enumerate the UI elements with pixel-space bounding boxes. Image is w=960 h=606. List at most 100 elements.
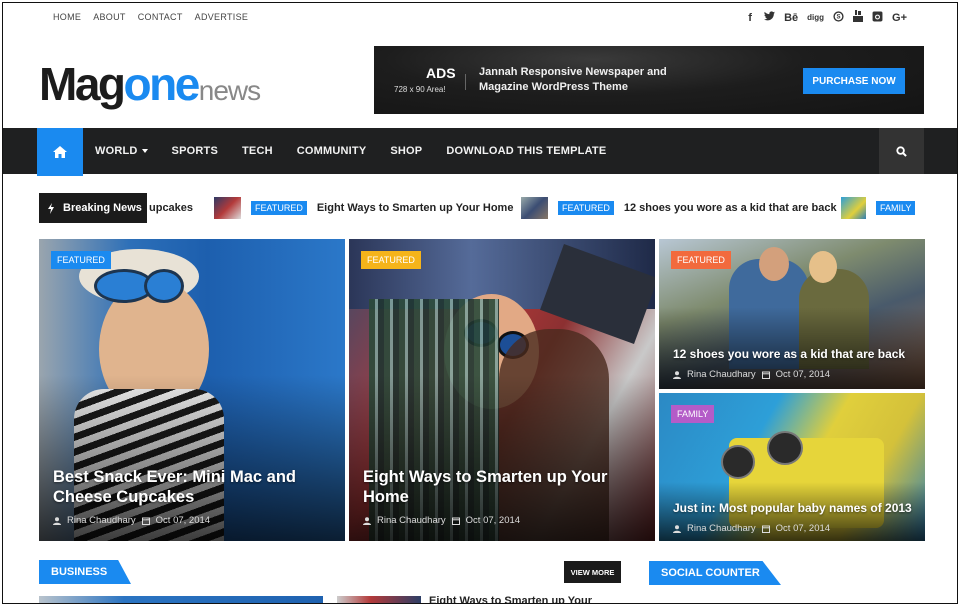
social-counter-heading: SOCIAL COUNTER <box>649 561 781 585</box>
card-title[interactable]: 12 shoes you wore as a kid that are back <box>673 347 923 361</box>
card-image-detail <box>767 431 803 465</box>
ad-text: Jannah Responsive Newspaper and Magazine… <box>479 65 679 95</box>
home-icon <box>53 146 67 158</box>
card-date: Oct 07, 2014 <box>775 523 831 534</box>
nav-item-world[interactable]: WORLD <box>95 145 148 157</box>
nav-items: WORLD SPORTS TECH COMMUNITY SHOP DOWNLOA… <box>95 128 606 174</box>
youtube-icon[interactable] <box>853 10 864 25</box>
ticker-item[interactable]: FAMILY <box>841 197 916 219</box>
skype-icon[interactable]: S <box>833 10 844 25</box>
ticker-thumbnail <box>214 197 241 219</box>
ticker-item[interactable]: FEATURED Eight Ways to Smarten up Your H… <box>214 197 513 219</box>
card-date: Oct 07, 2014 <box>155 515 211 526</box>
facebook-icon[interactable]: f <box>745 12 755 24</box>
ticker-item[interactable]: upcakes <box>149 197 193 219</box>
top-link-contact[interactable]: CONTACT <box>138 12 183 22</box>
twitter-icon[interactable] <box>764 11 776 24</box>
ticker-thumbnail <box>841 197 866 219</box>
ad-title: ADS <box>426 65 456 81</box>
logo-part-mag: Mag <box>39 58 126 110</box>
top-link-advertise[interactable]: ADVERTISE <box>195 12 249 22</box>
card-meta: Rina Chaudhary Oct 07, 2014 <box>673 523 830 534</box>
site-logo[interactable]: Mag one news <box>39 57 261 111</box>
ticker-thumbnail <box>521 197 548 219</box>
nav-item-world-label: WORLD <box>95 145 138 157</box>
featured-post-card[interactable]: FEATURED Eight Ways to Smarten up Your H… <box>349 239 655 541</box>
card-author[interactable]: Rina Chaudhary <box>67 515 136 526</box>
nav-item-tech[interactable]: TECH <box>242 145 273 157</box>
ad-text-line2: Magazine WordPress Theme <box>479 81 628 93</box>
ad-banner[interactable]: ADS 728 x 90 Area! Jannah Responsive New… <box>374 46 924 114</box>
logo-part-one: one <box>123 58 201 110</box>
card-author[interactable]: Rina Chaudhary <box>687 523 756 534</box>
featured-post-card[interactable]: FEATURED Best Snack Ever: Mini Mac and C… <box>39 239 345 541</box>
digg-icon[interactable]: digg <box>807 13 824 22</box>
user-icon <box>673 370 681 379</box>
calendar-icon <box>761 371 770 379</box>
ticker-item-title: Eight Ways to Smarten up Your Home <box>316 202 514 214</box>
card-date: Oct 07, 2014 <box>775 369 831 380</box>
top-link-home[interactable]: HOME <box>53 12 81 22</box>
featured-post-card[interactable]: FEATURED 12 shoes you wore as a kid that… <box>659 239 925 389</box>
top-links: HOME ABOUT CONTACT ADVERTISE <box>53 12 248 22</box>
ticker-item[interactable]: FEATURED 12 shoes you wore as a kid that… <box>521 197 837 219</box>
nav-item-shop[interactable]: SHOP <box>390 145 422 157</box>
user-icon <box>53 516 61 525</box>
business-section-heading[interactable]: BUSINESS <box>39 560 131 584</box>
card-meta: Rina Chaudhary Oct 07, 2014 <box>363 515 520 526</box>
card-title[interactable]: Best Snack Ever: Mini Mac and Cheese Cup… <box>53 467 333 507</box>
breaking-news-text: Breaking News <box>63 202 142 214</box>
card-category-badge[interactable]: FEATURED <box>361 251 421 269</box>
business-post-thumbnail[interactable] <box>337 596 421 603</box>
ticker-item-title: 12 shoes you wore as a kid that are back <box>623 202 837 214</box>
breaking-news-label: Breaking News <box>39 193 147 223</box>
card-title[interactable]: Eight Ways to Smarten up Your Home <box>363 467 643 507</box>
card-category-badge[interactable]: FEATURED <box>51 251 111 269</box>
card-category-badge[interactable]: FAMILY <box>671 405 715 423</box>
top-bar: HOME ABOUT CONTACT ADVERTISE f Bē digg S… <box>3 3 957 33</box>
card-author[interactable]: Rina Chaudhary <box>687 369 756 380</box>
user-icon <box>363 516 371 525</box>
card-image-detail <box>144 269 184 303</box>
card-image-detail <box>721 445 755 479</box>
nav-item-community[interactable]: COMMUNITY <box>297 145 367 157</box>
bolt-icon <box>48 202 54 214</box>
search-button[interactable] <box>879 128 924 174</box>
ticker-item-title: upcakes <box>149 202 194 214</box>
calendar-icon <box>761 525 770 533</box>
card-meta: Rina Chaudhary Oct 07, 2014 <box>673 369 830 380</box>
calendar-icon <box>451 517 460 525</box>
search-icon <box>896 145 907 157</box>
google-plus-icon[interactable]: G+ <box>892 12 907 24</box>
featured-post-card[interactable]: FAMILY Just in: Most popular baby names … <box>659 393 925 541</box>
card-author[interactable]: Rina Chaudhary <box>377 515 446 526</box>
top-link-about[interactable]: ABOUT <box>93 12 126 22</box>
card-title[interactable]: Just in: Most popular baby names of 2013 <box>673 501 923 515</box>
card-category-badge[interactable]: FEATURED <box>671 251 731 269</box>
purchase-now-button[interactable]: PURCHASE NOW <box>803 68 905 94</box>
social-icons: f Bē digg S G+ <box>745 10 907 25</box>
view-more-button[interactable]: VIEW MORE <box>564 561 621 583</box>
svg-text:S: S <box>836 14 840 20</box>
chevron-down-icon <box>141 149 148 154</box>
card-date: Oct 07, 2014 <box>465 515 521 526</box>
page: HOME ABOUT CONTACT ADVERTISE f Bē digg S… <box>2 2 958 604</box>
home-button[interactable] <box>37 128 83 176</box>
user-icon <box>673 524 681 533</box>
calendar-icon <box>141 517 150 525</box>
instagram-icon[interactable] <box>872 11 883 25</box>
ticker-tag: FAMILY <box>876 201 916 215</box>
nav-item-sports[interactable]: SPORTS <box>172 145 218 157</box>
breaking-news-ticker: Breaking News upcakes FEATURED Eight Way… <box>3 192 957 224</box>
business-post-image[interactable] <box>39 596 323 603</box>
card-image-detail <box>759 247 789 281</box>
card-image-detail <box>809 251 837 283</box>
ticker-tag: FEATURED <box>251 201 307 215</box>
nav-item-download-template[interactable]: DOWNLOAD THIS TEMPLATE <box>446 145 606 157</box>
main-nav: WORLD SPORTS TECH COMMUNITY SHOP DOWNLOA… <box>3 128 957 176</box>
ad-divider <box>465 74 466 90</box>
ad-text-line1: Jannah Responsive Newspaper and <box>479 66 667 78</box>
behance-icon[interactable]: Bē <box>784 12 798 24</box>
card-meta: Rina Chaudhary Oct 07, 2014 <box>53 515 210 526</box>
business-post-title[interactable]: Eight Ways to Smarten up Your <box>429 595 592 603</box>
